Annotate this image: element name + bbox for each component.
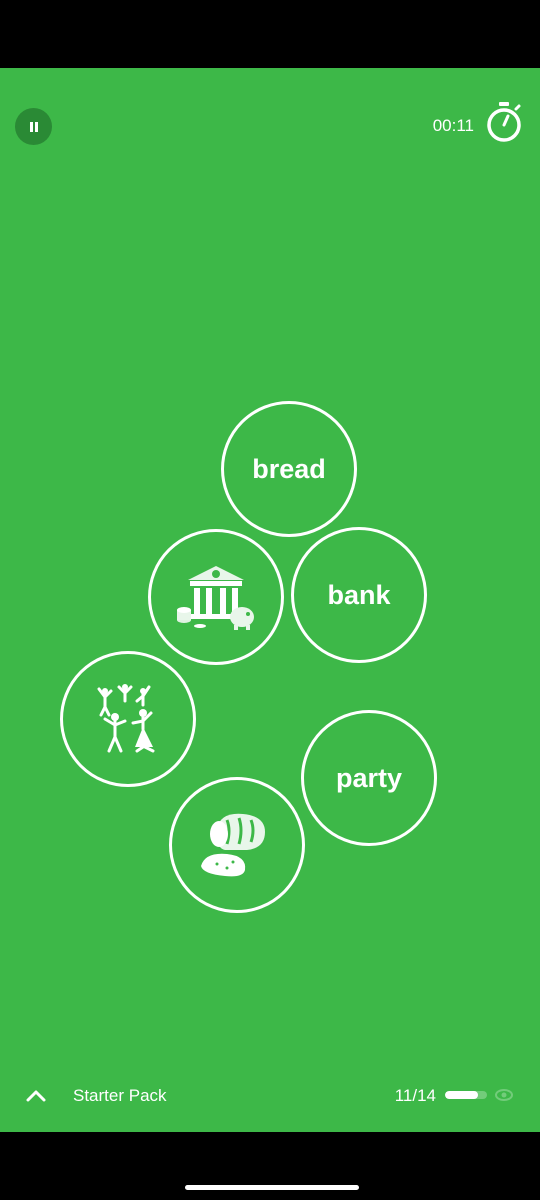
bubble-word-label: bank xyxy=(327,579,391,610)
bank-building-icon xyxy=(177,566,254,630)
progress-bar xyxy=(445,1091,487,1099)
status-bar xyxy=(0,0,540,68)
bubble-image-bank[interactable] xyxy=(148,529,284,665)
bubble-image-party[interactable] xyxy=(60,651,196,787)
home-indicator[interactable] xyxy=(185,1185,359,1190)
bubble-word-bread[interactable]: bread xyxy=(221,401,357,537)
bubble-word-bank[interactable]: bank xyxy=(291,527,427,663)
bubble-word-label: party xyxy=(335,762,403,793)
pack-name[interactable]: Starter Pack xyxy=(73,1084,167,1108)
bubble-image-bread[interactable] xyxy=(169,777,305,913)
pause-button[interactable] xyxy=(15,108,52,145)
pause-icon xyxy=(29,121,38,132)
party-people-icon xyxy=(97,684,155,753)
stopwatch-icon xyxy=(487,102,521,142)
bread-loaf-icon xyxy=(201,813,265,877)
progress-count: 11/14 xyxy=(394,1086,436,1105)
timer-display: 00:11 xyxy=(432,116,474,135)
bubble-word-party[interactable]: party xyxy=(301,710,437,846)
chevron-up-icon[interactable] xyxy=(24,1084,48,1108)
bubble-word-label: bread xyxy=(252,453,326,484)
progress-bar-fill xyxy=(445,1091,478,1099)
eye-icon[interactable] xyxy=(494,1086,514,1104)
